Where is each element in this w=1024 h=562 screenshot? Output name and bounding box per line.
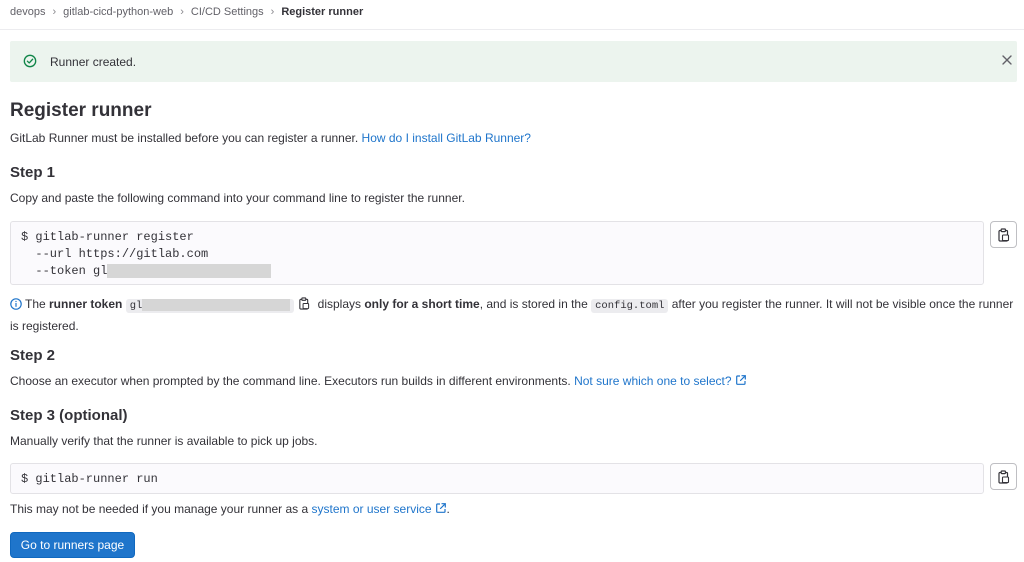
step2-description-text: Choose an executor when prompted by the … <box>10 374 575 388</box>
clipboard-icon[interactable] <box>298 297 310 310</box>
step2-heading: Step 2 <box>10 347 56 364</box>
alert-message: Runner created. <box>50 55 137 69</box>
executor-help-link[interactable]: Not sure which one to select? <box>574 374 746 388</box>
breadcrumb: devops › gitlab-cicd-python-web › CI/CD … <box>10 5 363 19</box>
copy-run-command-button[interactable] <box>990 463 1017 490</box>
redacted-token <box>107 264 272 278</box>
command-line-1: $ gitlab-runner register <box>21 230 194 244</box>
service-note-text: This may not be needed if you manage you… <box>10 502 312 516</box>
run-command-line: $ gitlab-runner run <box>21 472 158 486</box>
service-note: This may not be needed if you manage you… <box>10 502 450 516</box>
step3-description: Manually verify that the runner is avail… <box>10 434 318 448</box>
page-title: Register runner <box>10 100 152 121</box>
step1-heading: Step 1 <box>10 164 56 181</box>
breadcrumb-item-cicd-settings[interactable]: CI/CD Settings <box>191 6 264 18</box>
clipboard-icon <box>998 469 1010 484</box>
close-icon[interactable] <box>1001 54 1013 66</box>
run-command-block[interactable]: $ gitlab-runner run <box>10 463 984 494</box>
step2-description: Choose an executor when prompted by the … <box>10 374 747 388</box>
step3-heading: Step 3 (optional) <box>10 407 128 424</box>
intro-text: GitLab Runner must be installed before y… <box>10 131 531 145</box>
redacted-token-inline <box>142 299 291 312</box>
note-bold-token: runner token <box>49 297 123 311</box>
external-link-icon <box>435 503 446 513</box>
note-middle: displays <box>314 297 365 311</box>
token-value-prefix: gl <box>129 300 143 312</box>
success-alert: Runner created. <box>10 41 1017 82</box>
token-value: gl <box>125 299 295 313</box>
external-link-icon <box>735 375 746 385</box>
breadcrumb-item-current[interactable]: Register runner <box>281 6 363 18</box>
note-after-bold: , and is stored in the <box>479 297 592 311</box>
intro-text-body: GitLab Runner must be installed before y… <box>10 131 362 145</box>
install-runner-link[interactable]: How do I install GitLab Runner? <box>362 131 531 145</box>
check-circle-icon <box>23 54 37 68</box>
header-divider <box>0 29 1024 30</box>
breadcrumb-item-project[interactable]: gitlab-cicd-python-web <box>63 6 173 18</box>
information-icon <box>10 298 22 310</box>
executor-help-link-text: Not sure which one to select? <box>574 374 732 388</box>
command-line-3: --token gl <box>21 264 272 279</box>
chevron-right-icon: › <box>52 6 57 18</box>
token-note: The runner token gl displays only for a … <box>10 294 1015 336</box>
command-line-3-text: --token gl <box>21 264 108 279</box>
copy-register-command-button[interactable] <box>990 221 1017 248</box>
command-line-2: --url https://gitlab.com <box>21 247 209 261</box>
system-service-link-text: system or user service <box>311 502 432 516</box>
config-file-name: config.toml <box>591 299 669 313</box>
step1-description: Copy and paste the following command int… <box>10 191 465 205</box>
note-prefix: The <box>25 297 50 311</box>
breadcrumb-item-devops[interactable]: devops <box>10 6 45 18</box>
service-note-end: . <box>446 502 450 516</box>
note-bold-short-time: only for a short time <box>364 297 480 311</box>
system-service-link[interactable]: system or user service <box>312 502 447 516</box>
go-to-runners-page-button[interactable]: Go to runners page <box>10 532 135 558</box>
chevron-right-icon: › <box>180 6 184 18</box>
clipboard-icon <box>998 227 1010 242</box>
register-command-block[interactable]: $ gitlab-runner register --url https://g… <box>10 221 984 285</box>
chevron-right-icon: › <box>270 6 275 18</box>
